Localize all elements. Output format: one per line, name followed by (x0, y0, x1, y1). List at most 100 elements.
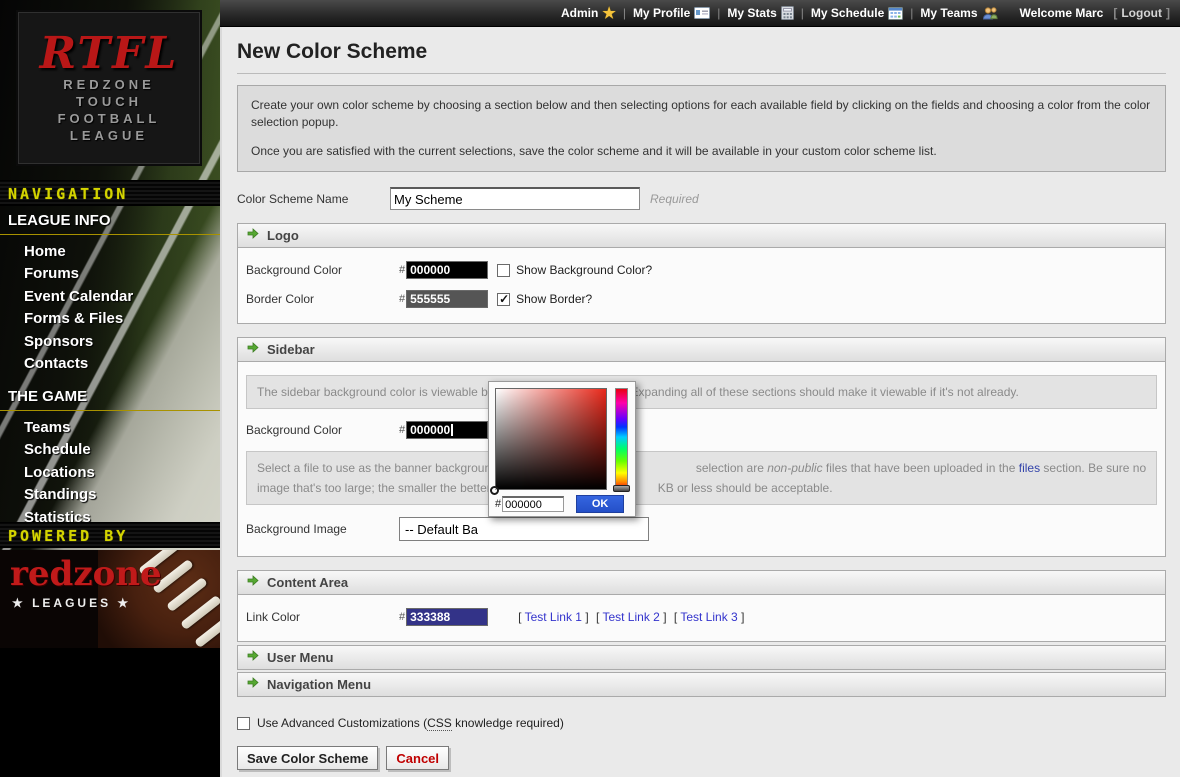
sidebar-item-home[interactable]: Home (0, 241, 220, 263)
topnav-my-teams[interactable]: My Teams (920, 6, 997, 20)
section-box-sidebar: The sidebar background color is viewable… (237, 362, 1166, 557)
show-background-color-checkbox[interactable] (497, 264, 510, 277)
banner-note-seg3: image that's too large; the smaller the … (257, 481, 491, 495)
sidebar-item-forms-files[interactable]: Forms & Files (0, 308, 220, 330)
league-logo-line: FOOTBALL (58, 110, 161, 127)
green-arrow-icon (246, 227, 259, 245)
advanced-customizations-row: Use Advanced Customizations (CSS knowled… (237, 716, 1166, 730)
logout-link[interactable]: Logout (1121, 6, 1162, 20)
logo-border-color-swatch[interactable]: 555555 (406, 290, 488, 308)
logo-background-color-swatch[interactable]: 000000 (406, 261, 488, 279)
color-cursor[interactable] (490, 486, 499, 495)
topnav-my-stats[interactable]: My Stats (727, 6, 793, 20)
link-color-swatch[interactable]: 333388 (406, 608, 488, 626)
topnav-separator: | (717, 6, 720, 20)
test-links: [ Test Link 1 ] [ Test Link 2 ] [ Test L… (518, 610, 748, 624)
topnav-my-schedule[interactable]: My Schedule (811, 6, 903, 20)
sidebar-item-standings[interactable]: Standings (0, 484, 220, 506)
banner-note: Select a file to use as the banner backg… (246, 451, 1157, 505)
hue-slider-handle[interactable] (613, 485, 630, 492)
advanced-customizations-label: Use Advanced Customizations (CSS knowled… (257, 716, 564, 730)
sidebar-item-forums[interactable]: Forums (0, 263, 220, 285)
cancel-button[interactable]: Cancel (386, 746, 449, 770)
sidebar-item-sponsors[interactable]: Sponsors (0, 331, 220, 353)
sidebar-item-event-calendar[interactable]: Event Calendar (0, 286, 220, 308)
star-icon: ★ (602, 6, 615, 21)
picker-hex-input[interactable] (502, 496, 564, 512)
topnav-my-stats-label: My Stats (727, 6, 776, 20)
logo-border-color-row: Border Color # 555555 Show Border? (246, 290, 1157, 308)
section-header-sidebar[interactable]: Sidebar (237, 337, 1166, 362)
advanced-customizations-checkbox[interactable] (237, 717, 250, 730)
intro-paragraph-2: Once you are satisfied with the current … (251, 143, 1152, 160)
vcard-icon (694, 7, 710, 19)
topnav-my-profile-label: My Profile (633, 6, 690, 20)
section-header-navigation-menu[interactable]: Navigation Menu (237, 672, 1166, 697)
intro-paragraph-1: Create your own color scheme by choosing… (251, 97, 1152, 131)
sidebar: RTFL REDZONE TOUCH FOOTBALL LEAGUE NAVIG… (0, 0, 220, 777)
section-header-user-menu[interactable]: User Menu (237, 645, 1166, 670)
bracket: ] (741, 610, 744, 624)
banner-note-seg2: selection are non-public files that have… (696, 461, 1146, 475)
topnav-separator: | (801, 6, 804, 20)
banner-note-seg1: Select a file to use as the banner backg… (257, 461, 498, 475)
sidebar-heading-the-game: THE GAME (0, 384, 220, 411)
scheme-name-label: Color Scheme Name (237, 192, 390, 206)
section-title-content-area: Content Area (267, 575, 348, 590)
bracket: [ (674, 610, 677, 624)
league-logo-line: REDZONE (63, 76, 155, 93)
section-header-logo[interactable]: Logo (237, 223, 1166, 248)
logout-bracket-close: ] (1166, 6, 1170, 20)
navigation-band: NAVIGATION (0, 180, 220, 206)
background-image-select[interactable]: -- Default Ba (399, 517, 649, 541)
sidebar-item-locations[interactable]: Locations (0, 462, 220, 484)
hash-prefix: # (495, 498, 501, 510)
sidebar-background-color-value: 000000 (410, 423, 450, 437)
save-color-scheme-button[interactable]: Save Color Scheme (237, 746, 378, 770)
topnav-my-profile[interactable]: My Profile (633, 6, 710, 20)
green-arrow-icon (246, 676, 259, 694)
green-arrow-icon (246, 341, 259, 359)
sidebar-item-contacts[interactable]: Contacts (0, 353, 220, 375)
redzone-leagues-logo: redzone ★ LEAGUES ★ (0, 550, 220, 648)
bracket: [ (596, 610, 599, 624)
section-title-sidebar: Sidebar (267, 342, 315, 357)
logout-bracket-open: [ (1113, 6, 1117, 20)
topnav-separator: | (623, 6, 626, 20)
sidebar-item-teams[interactable]: Teams (0, 417, 220, 439)
intro-box: Create your own color scheme by choosing… (237, 85, 1166, 172)
non-public-italic: non-public (767, 461, 822, 475)
leagues-wordmark: ★ LEAGUES ★ (12, 596, 131, 610)
required-note: Required (650, 192, 699, 206)
link-color-row: Link Color # 333388 [ Test Link 1 ] [ Te… (246, 608, 1157, 626)
test-link-1[interactable]: Test Link 1 (525, 610, 582, 624)
main-column: Admin ★ | My Profile | My Stats | My Sch… (220, 0, 1180, 777)
bracket: ] (663, 610, 666, 624)
link-color-label: Link Color (246, 610, 399, 624)
show-background-color-label: Show Background Color? (516, 263, 652, 277)
topnav-admin[interactable]: Admin ★ (561, 6, 616, 21)
picker-ok-button[interactable]: OK (576, 495, 624, 513)
scheme-name-input[interactable] (390, 187, 640, 210)
test-link-2[interactable]: Test Link 2 (602, 610, 659, 624)
show-border-checkbox[interactable] (497, 293, 510, 306)
hue-slider[interactable] (615, 388, 628, 490)
section-header-content-area[interactable]: Content Area (237, 570, 1166, 595)
topnav-my-schedule-label: My Schedule (811, 6, 884, 20)
test-link-3[interactable]: Test Link 3 (680, 610, 737, 624)
saturation-value-square[interactable] (495, 388, 607, 490)
sidebar-background-color-label: Background Color (246, 423, 399, 437)
page-title: New Color Scheme (237, 27, 1166, 64)
sidebar-background-color-swatch[interactable]: 000000 (406, 421, 488, 439)
show-border-label: Show Border? (516, 292, 592, 306)
section-box-content-area: Link Color # 333388 [ Test Link 1 ] [ Te… (237, 595, 1166, 642)
sidebar-item-schedule[interactable]: Schedule (0, 439, 220, 461)
section-title-navigation-menu: Navigation Menu (267, 677, 371, 692)
files-link[interactable]: files (1019, 461, 1040, 475)
text-caret (451, 424, 453, 436)
logo-background-color-row: Background Color # 000000 Show Backgroun… (246, 261, 1157, 279)
topnav-my-teams-label: My Teams (920, 6, 977, 20)
calculator-icon (781, 6, 794, 20)
sidebar-section-league-info: LEAGUE INFO Home Forums Event Calendar F… (0, 208, 220, 375)
button-row: Save Color Scheme Cancel (237, 746, 1166, 770)
